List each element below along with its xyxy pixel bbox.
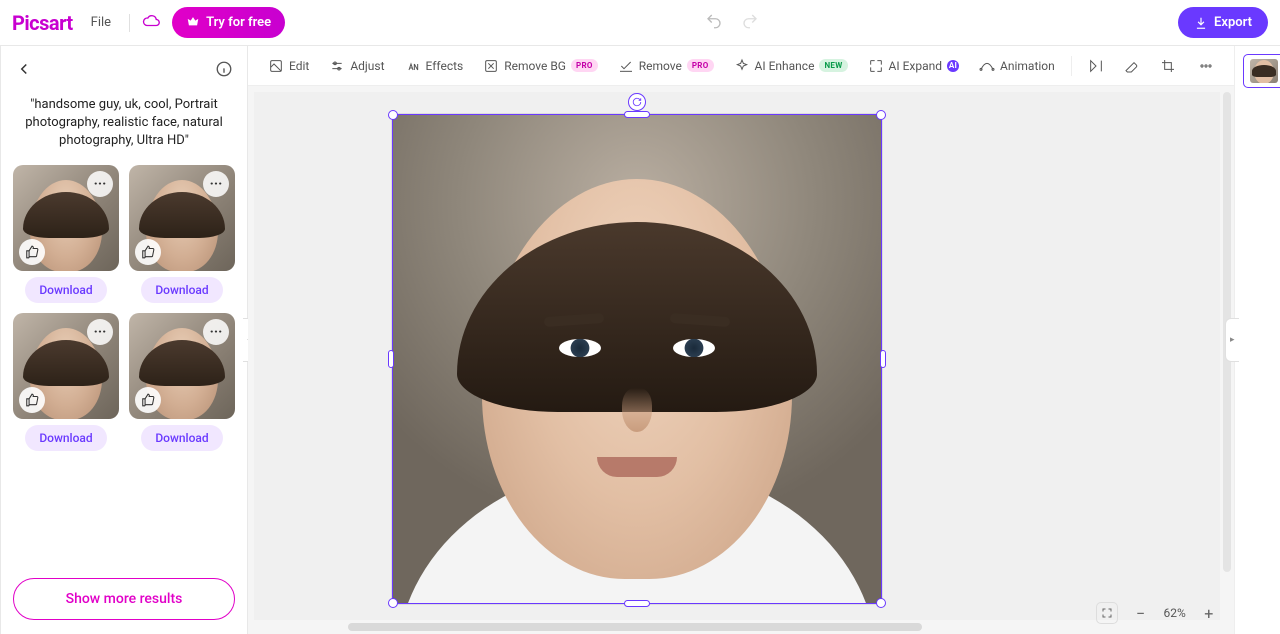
- edge-bottom-handle[interactable]: [624, 600, 650, 607]
- canvas-viewport[interactable]: − 62% +: [248, 86, 1234, 634]
- collapse-right-panel[interactable]: ▸: [1225, 318, 1239, 362]
- handle-bl[interactable]: [388, 598, 398, 608]
- cloud-sync-icon[interactable]: [142, 12, 160, 34]
- fit-to-screen-button[interactable]: [1096, 602, 1118, 624]
- tool-remove[interactable]: RemovePRO: [610, 53, 722, 79]
- result-3-more-icon[interactable]: ···: [87, 319, 113, 345]
- try-free-label: Try for free: [206, 15, 271, 30]
- canvas-inner: [254, 92, 1220, 620]
- new-badge: NEW: [819, 59, 847, 72]
- result-4-like-icon[interactable]: [135, 387, 161, 413]
- tool-edit[interactable]: Edit: [260, 53, 317, 79]
- header-center: [705, 12, 759, 34]
- layer-item-image[interactable]: Image: [1243, 54, 1280, 88]
- rotate-handle[interactable]: [628, 93, 646, 111]
- result-2-thumb[interactable]: ···: [129, 165, 235, 271]
- tool-animation[interactable]: Animation: [971, 53, 1063, 79]
- tool-adjust[interactable]: Adjust: [321, 53, 392, 79]
- right-panel: ▸ Image W1080px H1080px: [1234, 46, 1280, 634]
- result-1-like-icon[interactable]: [19, 239, 45, 265]
- tool-crop[interactable]: [1152, 53, 1184, 79]
- horizontal-scrollbar[interactable]: [348, 623, 1084, 633]
- result-4-more-icon[interactable]: ···: [203, 319, 229, 345]
- left-panel: "handsome guy, uk, cool, Portrait photog…: [1, 46, 248, 634]
- pro-badge: PRO: [571, 59, 598, 72]
- tool-flip[interactable]: [1080, 53, 1112, 79]
- info-icon[interactable]: [215, 60, 233, 82]
- main: Resize Uploads Templates Photos Videos T…: [0, 46, 1280, 634]
- result-3: ··· Download: [13, 313, 119, 451]
- zoom-out-button[interactable]: −: [1132, 604, 1150, 622]
- result-2: ··· Download: [129, 165, 235, 303]
- tool-eraser[interactable]: [1116, 53, 1148, 79]
- result-1-download[interactable]: Download: [25, 277, 106, 303]
- dimensions: W1080px H1080px: [1243, 98, 1280, 127]
- context-toolbar: Edit Adjust Effects Remove BGPRO RemoveP…: [248, 46, 1234, 86]
- header-right: Export: [1178, 7, 1268, 38]
- selected-image[interactable]: [392, 114, 882, 604]
- result-4-thumb[interactable]: ···: [129, 313, 235, 419]
- handle-mr[interactable]: [880, 350, 886, 368]
- edge-top-handle[interactable]: [624, 111, 650, 118]
- divider: [129, 14, 130, 32]
- handle-tr[interactable]: [876, 110, 886, 120]
- try-for-free-button[interactable]: Try for free: [172, 7, 285, 38]
- result-2-like-icon[interactable]: [135, 239, 161, 265]
- pro-badge-2: PRO: [687, 59, 714, 72]
- zoom-in-button[interactable]: +: [1200, 604, 1218, 622]
- handle-ml[interactable]: [388, 350, 394, 368]
- result-1-thumb[interactable]: ···: [13, 165, 119, 271]
- logo[interactable]: Picsart: [12, 11, 73, 35]
- canvas-area: Edit Adjust Effects Remove BGPRO RemoveP…: [248, 46, 1234, 634]
- tool-ai-expand[interactable]: AI ExpandAI: [860, 53, 968, 79]
- tool-remove-bg[interactable]: Remove BGPRO: [475, 53, 605, 79]
- result-1: ··· Download: [13, 165, 119, 303]
- artboard[interactable]: [392, 114, 882, 604]
- image-content: [393, 115, 881, 603]
- results-grid: ··· Download ··· Download ··· Download: [9, 165, 239, 451]
- app-header: Picsart File Try for free Export: [0, 0, 1280, 46]
- ai-badge: AI: [947, 60, 959, 72]
- result-3-thumb[interactable]: ···: [13, 313, 119, 419]
- prompt-text: "handsome guy, uk, cool, Portrait photog…: [9, 90, 239, 165]
- zoom-level: 62%: [1164, 606, 1186, 620]
- result-4-download[interactable]: Download: [141, 425, 222, 451]
- undo-button[interactable]: [705, 12, 723, 34]
- result-2-download[interactable]: Download: [141, 277, 222, 303]
- redo-button[interactable]: [741, 12, 759, 34]
- tool-more-icon[interactable]: [1190, 53, 1222, 79]
- toolbar-separator: [1071, 56, 1072, 76]
- result-3-like-icon[interactable]: [19, 387, 45, 413]
- export-label: Export: [1214, 15, 1252, 30]
- export-button[interactable]: Export: [1178, 7, 1268, 38]
- result-3-download[interactable]: Download: [25, 425, 106, 451]
- show-more-results-button[interactable]: Show more results: [13, 578, 235, 620]
- result-2-more-icon[interactable]: ···: [203, 171, 229, 197]
- zoom-controls: − 62% +: [1096, 602, 1218, 624]
- handle-br[interactable]: [876, 598, 886, 608]
- back-button[interactable]: [15, 60, 33, 82]
- handle-tl[interactable]: [388, 110, 398, 120]
- panel-top: [9, 60, 239, 90]
- result-4: ··· Download: [129, 313, 235, 451]
- file-menu[interactable]: File: [85, 11, 117, 34]
- tool-ai-enhance[interactable]: AI EnhanceNEW: [726, 53, 856, 79]
- result-1-more-icon[interactable]: ···: [87, 171, 113, 197]
- layer-thumb: [1250, 59, 1278, 83]
- header-left: Picsart File Try for free: [12, 7, 285, 38]
- tool-effects[interactable]: Effects: [397, 53, 472, 79]
